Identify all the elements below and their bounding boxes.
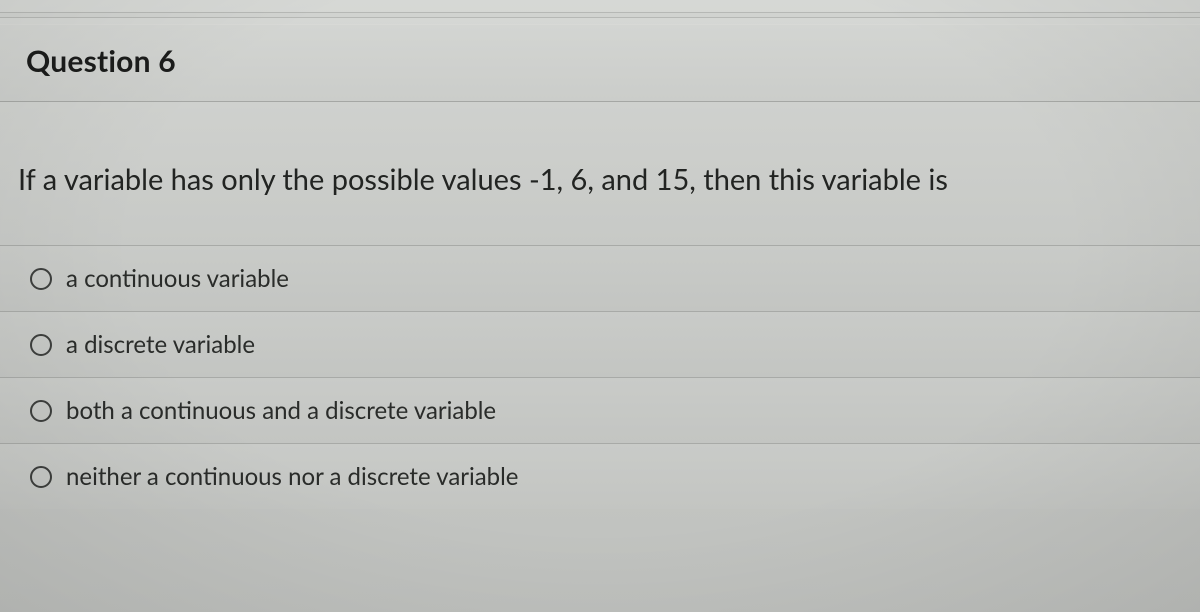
question-text: If a variable has only the possible valu… xyxy=(18,160,1174,199)
radio-icon[interactable] xyxy=(30,400,52,422)
answer-option[interactable]: neither a continuous nor a discrete vari… xyxy=(0,443,1200,509)
answer-option-label: a continuous variable xyxy=(66,264,289,293)
answer-option-label: both a continuous and a discrete variabl… xyxy=(66,396,496,425)
quiz-question-panel: Question 6 If a variable has only the po… xyxy=(0,0,1200,612)
answer-option-label: a discrete variable xyxy=(66,330,255,359)
question-body: If a variable has only the possible valu… xyxy=(0,102,1200,245)
radio-icon[interactable] xyxy=(30,268,52,290)
question-title: Question 6 xyxy=(26,43,1174,79)
answer-option[interactable]: a continuous variable xyxy=(0,245,1200,311)
radio-icon[interactable] xyxy=(30,334,52,356)
answer-option[interactable]: a discrete variable xyxy=(0,311,1200,377)
answer-option[interactable]: both a continuous and a discrete variabl… xyxy=(0,377,1200,443)
answer-options: a continuous variable a discrete variabl… xyxy=(0,245,1200,509)
question-header: Question 6 xyxy=(0,24,1200,102)
radio-icon[interactable] xyxy=(30,466,52,488)
top-divider xyxy=(0,12,1200,18)
answer-option-label: neither a continuous nor a discrete vari… xyxy=(66,462,518,491)
